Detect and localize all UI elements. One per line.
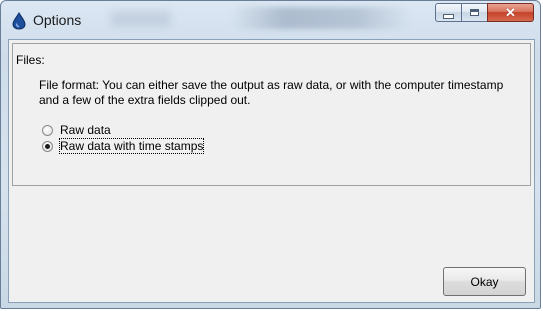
files-group: Files: File format: You can either save … [12, 43, 531, 186]
files-group-label: Files: [16, 53, 45, 67]
radio-raw-data-with-time-stamps[interactable]: Raw data with time stamps [42, 138, 205, 154]
minimize-button[interactable] [435, 3, 461, 22]
radio-label[interactable]: Raw data [60, 123, 111, 137]
radio-button-selected[interactable] [42, 140, 53, 152]
radio-raw-data[interactable]: Raw data [42, 123, 111, 137]
minimize-icon [443, 13, 454, 19]
window-title: Options [33, 12, 82, 28]
caption-buttons: ✕ [435, 3, 534, 23]
options-window: Options ✕ Files: File format: You can ei… [0, 0, 541, 309]
radio-label[interactable]: Raw data with time stamps [58, 138, 205, 154]
close-button[interactable]: ✕ [487, 3, 534, 22]
background-blur [111, 11, 171, 27]
close-icon: ✕ [505, 5, 516, 20]
title-bar[interactable]: Options ✕ [1, 1, 540, 39]
file-format-description: File format: You can either save the out… [39, 78, 504, 107]
dialog-body: Files: File format: You can either save … [8, 39, 535, 303]
okay-button[interactable]: Okay [443, 267, 526, 296]
radio-button[interactable] [42, 124, 53, 136]
maximize-button[interactable] [461, 3, 487, 22]
water-drop-icon [11, 12, 27, 30]
background-blur [231, 7, 411, 29]
maximize-icon [470, 9, 479, 16]
